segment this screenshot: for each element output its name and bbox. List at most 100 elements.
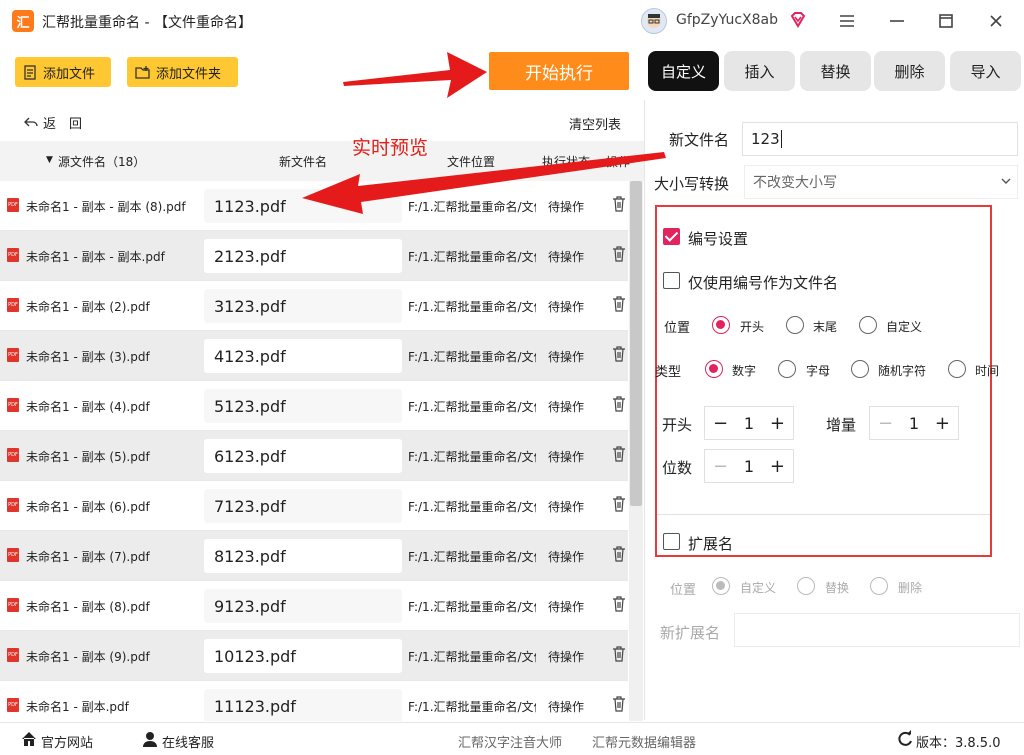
pdf-file-icon: PDF [7,448,19,462]
user-name[interactable]: GfpZyYucX8ab [676,12,778,28]
trash-icon[interactable] [612,546,626,562]
trash-icon[interactable] [612,646,626,662]
trash-icon[interactable] [612,596,626,612]
type-letter-radio[interactable] [778,360,796,378]
new-ext-label: 新扩展名 [660,624,721,642]
table-row[interactable]: PDF 未命名1 - 副本 (3).pdf 4123.pdf F:/1.汇帮批量重命名… [0,331,628,381]
position-start-label: 开头 [740,320,765,334]
start-minus-button[interactable]: − [713,413,728,434]
numbering-checkbox[interactable] [663,228,680,245]
only-number-checkbox[interactable] [663,272,680,289]
sort-caret-icon[interactable]: ▼ [46,155,53,165]
footer-link-metadata[interactable]: 汇帮元数据编辑器 [592,732,696,751]
trash-icon[interactable] [612,196,626,212]
table-row[interactable]: PDF 未命名1 - 副本 (6).pdf 7123.pdf F:/1.汇帮批量重命名… [0,481,628,531]
ext-custom-radio[interactable] [712,577,730,595]
add-file-button[interactable]: 添加文件 [15,57,111,87]
tab-custom[interactable]: 自定义 [648,51,719,91]
menu-icon[interactable] [836,10,858,32]
status-text: 待操作 [548,650,585,664]
position-custom-radio[interactable] [859,316,877,334]
file-location: F:/1.汇帮批量重命名/文件 [408,300,536,314]
trash-icon[interactable] [612,446,626,462]
back-button[interactable]: 返 回 [24,113,82,132]
tab-import[interactable]: 导入 [950,51,1021,91]
footer-link-pinyin[interactable]: 汇帮汉字注音大师 [458,732,562,751]
trash-icon[interactable] [612,246,626,262]
tab-replace[interactable]: 替换 [800,51,871,91]
scroll-thumb[interactable] [630,181,642,506]
trash-icon[interactable] [612,396,626,412]
increment-value[interactable]: 1 [909,414,919,433]
section-divider [657,514,990,515]
extension-checkbox[interactable] [663,533,680,550]
trash-icon[interactable] [612,346,626,362]
table-row[interactable]: PDF 未命名1 - 副本 (5).pdf 6123.pdf F:/1.汇帮批量重命名… [0,431,628,481]
digits-stepper[interactable]: − 1 + [704,449,794,483]
table-row[interactable]: PDF 未命名1 - 副本 (4).pdf 5123.pdf F:/1.汇帮批量重命名… [0,381,628,431]
case-label: 大小写转换 [654,175,730,193]
increment-plus-button[interactable]: + [935,413,950,434]
digits-value[interactable]: 1 [744,457,754,476]
tab-delete[interactable]: 删除 [874,51,945,91]
start-stepper[interactable]: − 1 + [704,406,794,440]
digits-plus-button[interactable]: + [770,456,785,477]
status-text: 待操作 [548,700,585,714]
type-time-radio[interactable] [948,360,966,378]
position-end-radio[interactable] [786,316,804,334]
start-button[interactable]: 开始执行 [489,52,629,90]
new-filename: 11123.pdf [204,689,402,721]
maximize-icon[interactable] [935,10,957,32]
vip-diamond-icon[interactable] [789,11,807,29]
new-ext-input[interactable] [734,613,1020,647]
table-row[interactable]: PDF 未命名1 - 副本 - 副本 (8).pdf 1123.pdf F:/1.汇帮… [0,181,628,231]
new-name-value: 123 [751,130,780,148]
trash-icon[interactable] [612,696,626,712]
close-icon[interactable] [985,10,1007,32]
minimize-icon[interactable] [886,10,908,32]
type-random-radio[interactable] [851,360,869,378]
pdf-file-icon: PDF [7,398,19,412]
status-text: 待操作 [548,400,585,414]
increment-stepper[interactable]: − 1 + [869,406,959,440]
pdf-file-icon: PDF [7,298,19,312]
trash-icon[interactable] [612,296,626,312]
only-number-label: 仅使用编号作为文件名 [688,274,839,292]
ext-delete-radio[interactable] [870,577,888,595]
table-row[interactable]: PDF 未命名1 - 副本 (8).pdf 9123.pdf F:/1.汇帮批量重命名… [0,581,628,631]
type-time-label: 时间 [975,364,1000,378]
add-folder-button[interactable]: 添加文件夹 [127,57,238,87]
case-select[interactable]: 不改变大小写 [744,165,1018,199]
header-new-name: 新文件名 [279,155,328,169]
start-value[interactable]: 1 [744,414,754,433]
status-text: 待操作 [548,350,585,364]
table-row[interactable]: PDF 未命名1 - 副本 (9).pdf 10123.pdf F:/1.汇帮批量重命… [0,631,628,681]
add-file-icon [24,64,36,80]
table-row[interactable]: PDF 未命名1 - 副本 (7).pdf 8123.pdf F:/1.汇帮批量重命名… [0,531,628,581]
support-link[interactable]: 在线客服 [162,732,214,751]
type-number-radio[interactable] [705,360,723,378]
digits-minus-button[interactable]: − [713,456,728,477]
new-name-input[interactable]: 123 [742,122,1018,156]
pdf-file-icon: PDF [7,698,19,712]
position-start-radio[interactable] [712,316,730,334]
avatar-face-icon [647,14,661,28]
status-text: 待操作 [548,300,585,314]
tab-insert[interactable]: 插入 [724,51,795,91]
refresh-icon[interactable] [896,730,914,748]
new-filename: 2123.pdf [204,239,402,273]
clear-list-button[interactable]: 清空列表 [569,114,621,133]
file-location: F:/1.汇帮批量重命名/文件 [408,650,536,664]
source-filename: 未命名1 - 副本 - 副本.pdf [26,250,165,264]
increment-minus-button[interactable]: − [878,413,893,434]
ext-replace-radio[interactable] [797,577,815,595]
user-avatar[interactable] [641,8,667,34]
header-source[interactable]: 源文件名（18） [58,153,145,170]
website-link[interactable]: 官方网站 [41,732,93,751]
table-row[interactable]: PDF 未命名1 - 副本 - 副本.pdf 2123.pdf F:/1.汇帮批量重命… [0,231,628,281]
start-plus-button[interactable]: + [770,413,785,434]
trash-icon[interactable] [612,496,626,512]
list-scrollbar[interactable] [629,181,643,721]
table-row[interactable]: PDF 未命名1 - 副本.pdf 11123.pdf F:/1.汇帮批量重命名/文件… [0,681,628,721]
table-row[interactable]: PDF 未命名1 - 副本 (2).pdf 3123.pdf F:/1.汇帮批量重命名… [0,281,628,331]
